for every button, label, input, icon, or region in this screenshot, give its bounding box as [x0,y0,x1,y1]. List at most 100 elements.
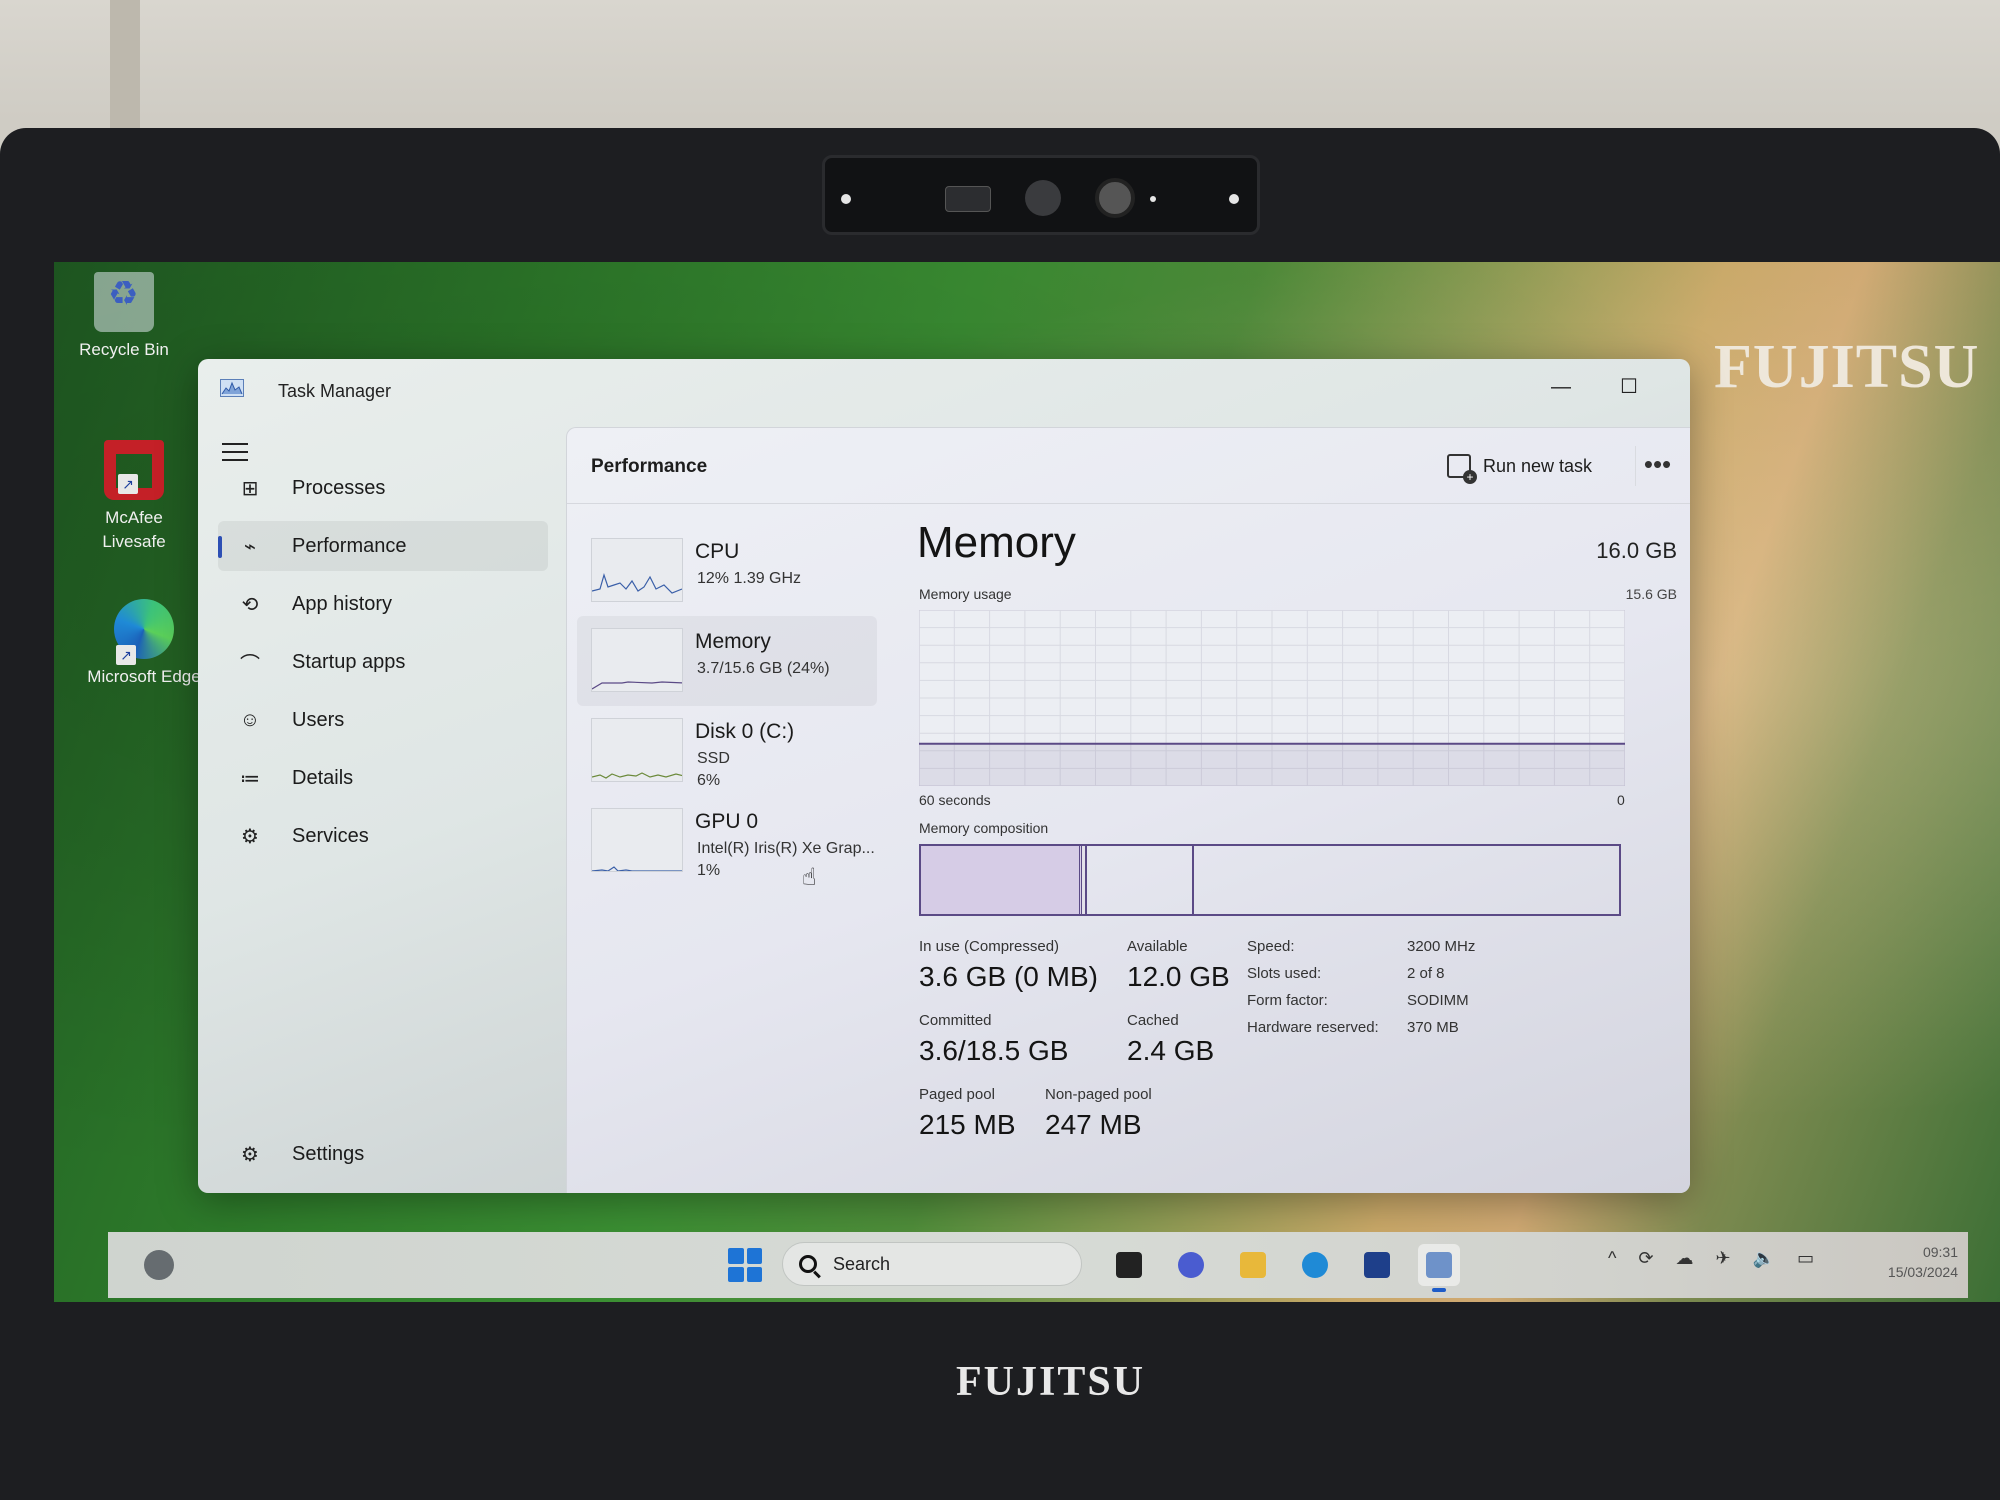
performance-pane: Performance Run new task ••• CPU 12% 1.3… [566,427,1690,1193]
clock-time: 09:31 [1922,1244,1958,1260]
resource-detail-2: 1% [697,862,721,879]
webcam-shutter[interactable] [945,186,991,212]
resource-name: Disk 0 (C:) [695,720,795,743]
users-icon: ☺ [239,708,261,731]
webcam-sensor [1025,180,1061,216]
sidebar-item-performance[interactable]: ⌁ Performance [218,521,548,571]
desktop-icon-mcafee[interactable]: ↗ McAfee Livesafe [74,440,194,554]
composition-free[interactable] [1194,846,1619,914]
resource-item-cpu[interactable]: CPU 12% 1.39 GHz [577,526,877,616]
onedrive-icon[interactable]: ☁ [1676,1248,1694,1269]
usage-area [919,743,1625,786]
stat-label: In use (Compressed) [919,938,1060,955]
taskbar-app-file-explorer[interactable] [1232,1244,1274,1286]
sync-icon[interactable]: ⟳ [1638,1248,1653,1269]
sidebar-item-users[interactable]: ☺ Users [218,695,548,745]
spec-label: Form factor: [1247,992,1328,1009]
shortcut-arrow-icon: ↗ [118,474,138,494]
maximize-button[interactable]: ☐ [1604,369,1654,405]
stat-available: Available 12.0 GB [1127,938,1230,993]
graph-axis-right: 0 [1617,792,1625,808]
more-options-button[interactable]: ••• [1635,446,1679,486]
stat-label: Committed [919,1012,992,1029]
desktop-icon-label: McAfee Livesafe [102,508,166,551]
resource-detail: SSD [697,750,730,767]
microsoft-store-icon [1364,1252,1390,1278]
graph-axis-left: 60 seconds [919,792,991,808]
close-button[interactable]: ✕ [1672,369,1690,405]
sidebar-item-details[interactable]: ≔ Details [218,753,548,803]
desktop-icon-edge[interactable]: ↗ Microsoft Edge [84,599,204,689]
detail-title: Memory [917,518,1076,567]
resource-detail: Intel(R) Iris(R) Xe Grap... [697,840,875,857]
taskbar-app-microsoft-store[interactable] [1356,1244,1398,1286]
show-hidden-icons-button[interactable]: ^ [1608,1248,1616,1269]
sidebar-item-label: Performance [292,534,407,557]
spec-label: Slots used: [1247,965,1322,982]
performance-icon: ⌁ [243,535,257,558]
volume-icon[interactable]: 🔈 [1753,1248,1775,1269]
resource-item-gpu[interactable]: GPU 0 Intel(R) Iris(R) Xe Grap... 1% [577,796,877,886]
stat-value: 215 MB [919,1109,1016,1140]
search-placeholder: Search [833,1253,891,1274]
battery-icon[interactable]: ▭ [1797,1248,1814,1269]
minimize-button[interactable]: — [1536,369,1586,405]
taskbar-app-teams-chat[interactable] [1170,1244,1212,1286]
airplane-icon[interactable]: ✈ [1716,1248,1731,1269]
taskbar-search[interactable]: Search [782,1242,1082,1286]
resource-name: Memory [695,630,771,653]
resource-item-disk[interactable]: Disk 0 (C:) SSD 6% [577,706,877,796]
memory-composition-bar[interactable] [919,844,1621,916]
spec-value: 3200 MHz [1407,938,1476,955]
app-history-icon: ⟲ [241,593,259,616]
clock[interactable]: 09:31 15/03/2024 [1848,1242,1958,1282]
memory-composition-label: Memory composition [919,820,1049,836]
run-new-task-button[interactable]: Run new task [1447,454,1593,484]
sidebar-item-startup-apps[interactable]: ⌒ Startup apps [218,637,548,687]
spec-value: 370 MB [1407,1019,1459,1036]
sidebar-item-settings[interactable]: ⚙ Settings [218,1129,548,1179]
stat-label: Non-paged pool [1045,1086,1152,1103]
active-indicator [1432,1288,1446,1292]
taskbar-app-task-view[interactable] [1108,1244,1150,1286]
details-icon: ≔ [240,767,260,790]
run-new-task-label: Run new task [1483,455,1593,476]
stat-label: Paged pool [919,1086,995,1103]
pane-header: Performance Run new task ••• [567,428,1690,504]
stat-value: 12.0 GB [1127,961,1230,992]
shortcut-arrow-icon: ↗ [116,645,136,665]
stat-in-use-compressed: In use (Compressed) 3.6 GB (0 MB) [919,938,1098,993]
stat-value: 2.4 GB [1127,1035,1215,1066]
sidebar-item-services[interactable]: ⚙ Services [218,811,548,861]
resource-item-memory[interactable]: Memory 3.7/15.6 GB (24%) [577,616,877,706]
stat-committed: Committed 3.6/18.5 GB [919,1012,1068,1067]
taskbar: Search ^ ⟳ ☁ ✈ 🔈 ▭ 09:31 15/03/2024 [108,1232,1968,1298]
composition-in-use[interactable] [921,846,1083,914]
startup-apps-icon: ⌒ [240,653,260,676]
composition-standby[interactable] [1087,846,1194,914]
sidebar-item-label: Startup apps [292,650,406,673]
sidebar-item-app-history[interactable]: ⟲ App history [218,579,548,629]
start-button[interactable] [728,1248,762,1282]
run-task-icon [1447,454,1477,484]
resource-sparkline [591,628,683,692]
resource-name: GPU 0 [695,810,759,833]
desktop-icon-label: Recycle Bin [79,340,169,359]
taskbar-app-edge[interactable] [1294,1244,1336,1286]
memory-usage-max: 15.6 GB [1625,586,1677,602]
widgets-icon[interactable] [144,1250,174,1280]
spec-value: 2 of 8 [1407,965,1445,982]
sidebar-item-label: Settings [292,1142,365,1165]
settings-icon: ⚙ [241,1143,259,1166]
hamburger-icon[interactable] [222,443,248,463]
teams-chat-icon [1178,1252,1204,1278]
edge-icon [1302,1252,1328,1278]
task-manager-icon [1426,1252,1452,1278]
bezel-brand-logo: FUJITSU [956,1359,1146,1405]
hand-cursor-icon: ☝ [802,864,817,891]
taskbar-app-task-manager[interactable] [1418,1244,1460,1292]
desktop-icon-recycle-bin[interactable]: Recycle Bin [64,272,184,362]
title-bar[interactable]: Task Manager — ☐ ✕ [198,359,1690,417]
sidebar-item-label: App history [292,592,393,615]
sidebar-item-processes[interactable]: ⊞ Processes [218,463,548,513]
